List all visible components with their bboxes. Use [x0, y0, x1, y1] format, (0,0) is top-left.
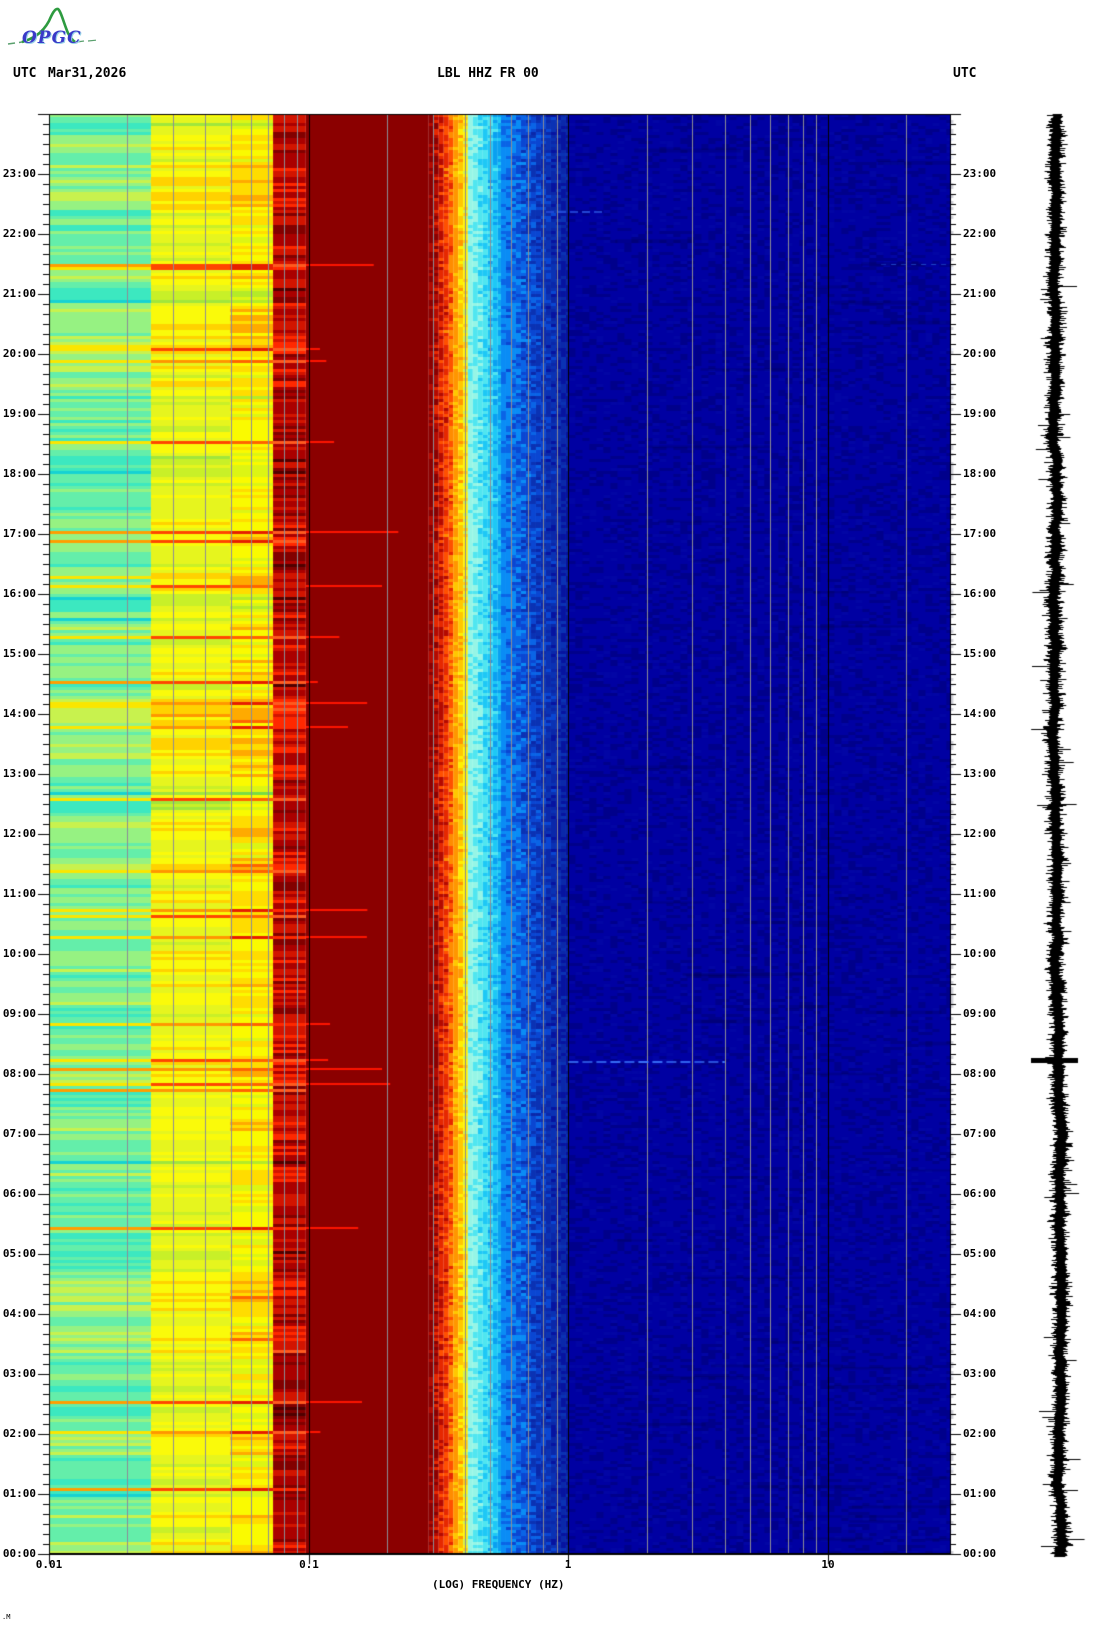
time-label-right: 23:00 — [963, 167, 997, 180]
time-label-left: 03:00 — [2, 1367, 36, 1380]
time-label-right: 07:00 — [963, 1127, 997, 1140]
time-label-left: 21:00 — [2, 287, 36, 300]
time-label-right: 05:00 — [963, 1247, 997, 1260]
time-label-right: 17:00 — [963, 527, 997, 540]
time-label-right: 04:00 — [963, 1307, 997, 1320]
time-label-left: 08:00 — [2, 1067, 36, 1080]
time-label-left: 13:00 — [2, 767, 36, 780]
time-label-left: 12:00 — [2, 827, 36, 840]
time-label-left: 16:00 — [2, 587, 36, 600]
time-label-left: 09:00 — [2, 1007, 36, 1020]
time-label-right: 14:00 — [963, 707, 997, 720]
time-label-left: 17:00 — [2, 527, 36, 540]
x-axis-label: (LOG) FREQUENCY (HZ) — [432, 1578, 565, 1591]
time-label-right: 15:00 — [963, 647, 997, 660]
time-label-right: 22:00 — [963, 227, 997, 240]
time-label-right: 19:00 — [963, 407, 997, 420]
time-label-right: 13:00 — [963, 767, 997, 780]
frequency-tick-label: 0.1 — [299, 1558, 319, 1571]
time-label-left: 22:00 — [2, 227, 36, 240]
spectrogram-canvas — [0, 0, 1102, 1634]
time-label-right: 10:00 — [963, 947, 997, 960]
time-label-left: 14:00 — [2, 707, 36, 720]
time-label-left: 11:00 — [2, 887, 36, 900]
time-label-left: 19:00 — [2, 407, 36, 420]
time-label-right: 02:00 — [963, 1427, 997, 1440]
time-label-right: 08:00 — [963, 1067, 997, 1080]
frequency-tick-label: 0.01 — [35, 1558, 63, 1571]
time-label-right: 20:00 — [963, 347, 997, 360]
time-label-left: 23:00 — [2, 167, 36, 180]
frequency-tick-label: 10 — [821, 1558, 835, 1571]
time-label-right: 21:00 — [963, 287, 997, 300]
time-label-right: 16:00 — [963, 587, 997, 600]
time-label-left: 05:00 — [2, 1247, 36, 1260]
frequency-tick-label: 1 — [564, 1558, 572, 1571]
time-label-right: 09:00 — [963, 1007, 997, 1020]
time-label-right: 00:00 — [963, 1547, 997, 1560]
time-label-left: 06:00 — [2, 1187, 36, 1200]
time-label-right: 06:00 — [963, 1187, 997, 1200]
time-label-right: 11:00 — [963, 887, 997, 900]
time-label-left: 10:00 — [2, 947, 36, 960]
time-label-left: 02:00 — [2, 1427, 36, 1440]
time-label-left: 01:00 — [2, 1487, 36, 1500]
time-label-left: 18:00 — [2, 467, 36, 480]
time-label-left: 15:00 — [2, 647, 36, 660]
time-label-right: 03:00 — [963, 1367, 997, 1380]
footer-mark: .M — [2, 1613, 11, 1621]
time-label-right: 18:00 — [963, 467, 997, 480]
time-label-left: 07:00 — [2, 1127, 36, 1140]
time-label-left: 20:00 — [2, 347, 36, 360]
time-label-left: 04:00 — [2, 1307, 36, 1320]
time-label-right: 01:00 — [963, 1487, 997, 1500]
time-label-right: 12:00 — [963, 827, 997, 840]
